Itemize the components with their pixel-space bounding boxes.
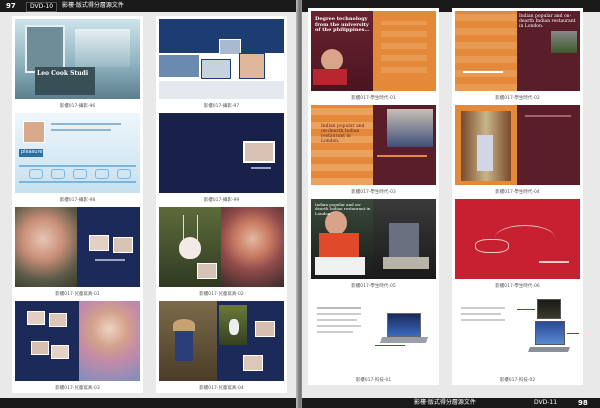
right-page-footer: 影樓·版式得分層源文件 DVD-11 98 [302,398,600,408]
right-page: Degree technology from the university of… [302,0,600,408]
thumbnail-image: Indian popular and on-dearth Indian rest… [311,199,436,279]
thumbnail[interactable]: 影樓017-科技-02 [452,290,583,385]
thumbnail-image: pleasure [15,113,140,193]
thumbnail[interactable]: 影樓017-科技-01 [308,290,439,385]
thumbnail-image [159,301,284,381]
footer-title: 影樓·版式得分層源文件 [414,399,476,406]
thumbnail-caption: 影樓017-兒童寫真-02 [199,292,244,297]
thumbnail-caption: 影樓017-學生時代-01 [351,96,396,101]
brochure-headline: Indian popular and on-dearth Indian rest… [315,202,371,216]
brochure-headline: Indian popular and on-dearth Indian rest… [321,124,365,144]
header-title: 影樓·版式得分層源文件 [62,2,124,9]
thumbnail[interactable]: pleasure 影樓017-攝影-98 [12,110,143,205]
thumbnail-image: Degree technology from the university of… [311,11,436,91]
thumbnail-caption: 影樓017-攝影-96 [59,104,96,109]
thumbnail[interactable]: Indian popular and on-dearth Indian rest… [308,196,439,291]
page-number: 97 [6,2,16,10]
thumbnail[interactable]: 影樓017-攝影-99 [156,110,287,205]
thumbnail[interactable]: 影樓017-攝影-97 [156,16,287,111]
thumbnail[interactable]: 影樓017-兒童寫真-04 [156,298,287,393]
thumbnail-image [455,199,580,279]
thumbnail-caption: 影樓017-攝影-97 [203,104,240,109]
thumbnail-image: Leo Cook Studi [15,19,140,99]
thumbnail-caption: 影樓017-攝影-98 [59,198,96,203]
thumbnail-caption: 影樓017-兒童寫真-03 [55,386,100,391]
thumbnail-image: Indian popular and on-dearth Indian rest… [311,105,436,185]
left-page-footer [0,398,298,408]
thumbnail-image [15,301,140,381]
thumbnail-image [159,113,284,193]
thumbnail[interactable]: 影樓017-學生時代-06 [452,196,583,291]
page-number: 98 [578,399,588,407]
thumbnail-image: Indian popular and on-dearth Indian rest… [455,11,580,91]
brochure-word: pleasure [21,149,43,155]
thumbnail-caption: 影樓017-科技-02 [499,378,536,383]
thumbnail[interactable]: 影樓017-兒童寫真-02 [156,204,287,299]
thumbnail-image [455,105,580,185]
thumbnail[interactable]: 影樓017-兒童寫真-03 [12,298,143,393]
brochure-headline: Degree technology from the university of… [315,16,370,33]
thumbnail-caption: 影樓017-學生時代-06 [495,284,540,289]
thumbnail-image [15,207,140,287]
thumbnail[interactable]: Indian popular and on-dearth Indian rest… [308,102,439,197]
thumbnail-caption: 影樓017-學生時代-04 [495,190,540,195]
dvd-chip: DVD-10 [26,2,58,12]
brochure-headline: Indian popular and on-dearth Indian rest… [519,14,576,29]
left-page: 97 DVD-10 影樓·版式得分層源文件 Leo Cook Studi 影樓0… [0,0,298,408]
magazine-spread: 97 DVD-10 影樓·版式得分層源文件 Leo Cook Studi 影樓0… [0,0,600,408]
left-page-header: 97 DVD-10 影樓·版式得分層源文件 [0,0,298,12]
thumbnail-caption: 影樓017-攝影-99 [203,198,240,203]
thumbnail[interactable]: 影樓017-學生時代-04 [452,102,583,197]
thumbnail-image [455,293,580,373]
thumbnail[interactable]: Degree technology from the university of… [308,8,439,103]
thumbnail-image [311,293,436,373]
studio-name-text: Leo Cook Studi [37,70,89,77]
thumbnail-caption: 影樓017-學生時代-02 [495,96,540,101]
thumbnail-caption: 影樓017-科技-01 [355,378,392,383]
thumbnail-caption: 影樓017-學生時代-05 [351,284,396,289]
thumbnail-caption: 影樓017-兒童寫真-01 [55,292,100,297]
thumbnail[interactable]: Leo Cook Studi 影樓017-攝影-96 [12,16,143,111]
thumbnail-caption: 影樓017-學生時代-03 [351,190,396,195]
dvd-chip: DVD-11 [534,399,558,406]
thumbnail[interactable]: 影樓017-兒童寫真-01 [12,204,143,299]
thumbnail[interactable]: Indian popular and on-dearth Indian rest… [452,8,583,103]
thumbnail-caption: 影樓017-兒童寫真-04 [199,386,244,391]
thumbnail-image [159,207,284,287]
thumbnail-image [159,19,284,99]
